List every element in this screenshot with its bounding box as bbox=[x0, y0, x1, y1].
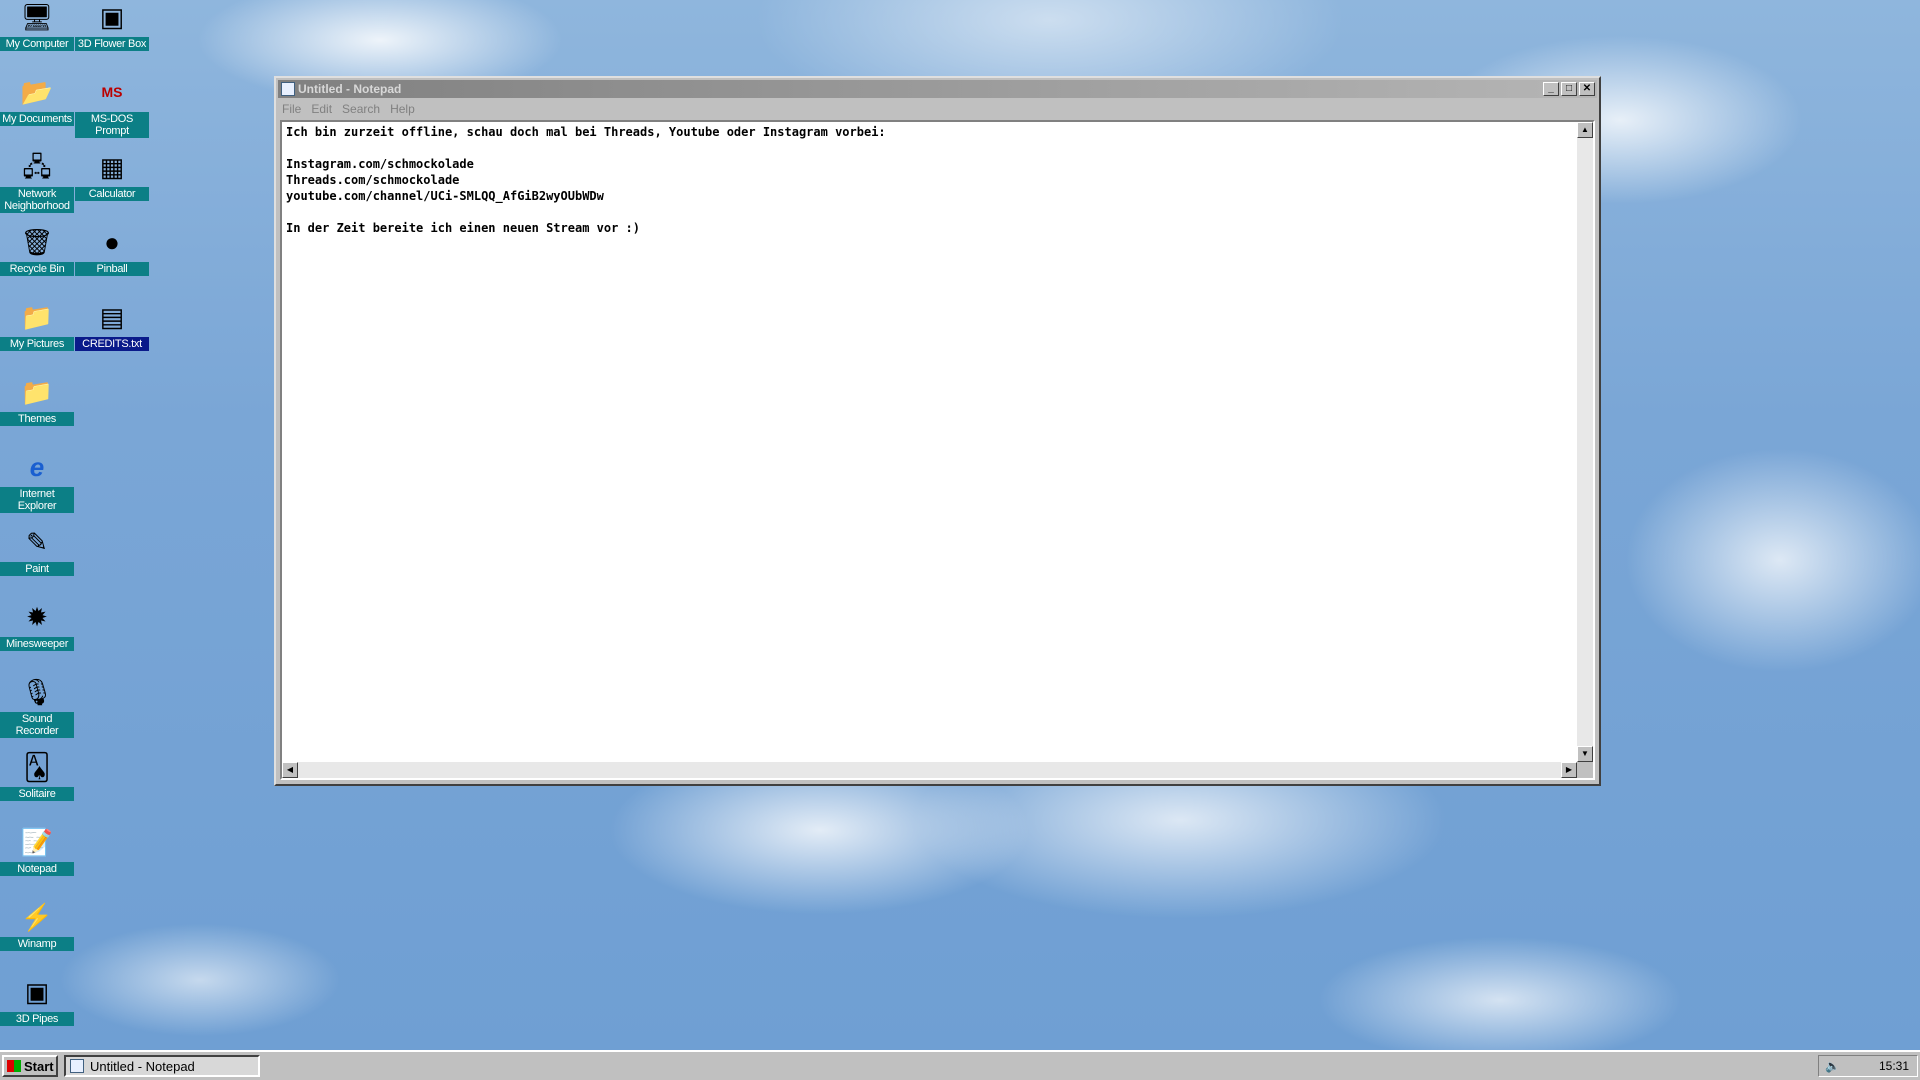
desktop-icon-my-pictures[interactable]: 📁 My Pictures bbox=[0, 300, 74, 351]
desktop-icon-recycle-bin[interactable]: 🗑 Recycle Bin bbox=[0, 225, 74, 276]
solitaire-icon: 🂡 bbox=[23, 752, 51, 782]
desktop-icon-my-documents[interactable]: 📂 My Documents bbox=[0, 75, 74, 126]
document-text[interactable]: Ich bin zurzeit offline, schau doch mal … bbox=[286, 124, 1573, 760]
desktop-icon-winamp[interactable]: ⚡ Winamp bbox=[0, 900, 74, 951]
desktop-icon-label: My Documents bbox=[0, 112, 74, 126]
menu-file[interactable]: File bbox=[282, 102, 301, 116]
taskbar-item-notepad[interactable]: Untitled - Notepad bbox=[64, 1055, 260, 1077]
menu-edit[interactable]: Edit bbox=[311, 102, 332, 116]
network-icon: 🖧 bbox=[22, 152, 52, 182]
desktop-icon-label: Notepad bbox=[0, 862, 74, 876]
scroll-left-icon[interactable]: ◀ bbox=[282, 762, 298, 778]
desktop-icon-label: Solitaire bbox=[0, 787, 74, 801]
folder-icon: 📁 bbox=[20, 302, 54, 332]
desktop: 🖥 My Computer ▣ 3D Flower Box 📂 My Docum… bbox=[0, 0, 1920, 1050]
system-tray: 🔈 15:31 bbox=[1818, 1055, 1918, 1077]
desktop-icon-label: Winamp bbox=[0, 937, 74, 951]
desktop-icon-label: Themes bbox=[0, 412, 74, 426]
windows-logo-icon bbox=[7, 1060, 21, 1072]
vertical-scrollbar[interactable]: ▲ ▼ bbox=[1577, 122, 1593, 762]
desktop-icon-pinball[interactable]: ● Pinball bbox=[75, 225, 149, 276]
microphone-icon: 🎙 bbox=[20, 677, 54, 707]
menu-search[interactable]: Search bbox=[342, 102, 380, 116]
horizontal-scrollbar[interactable]: ◀ ▶ bbox=[282, 762, 1577, 778]
desktop-icon-msdos-prompt[interactable]: MS MS-DOS Prompt bbox=[75, 75, 149, 138]
calculator-icon: ▦ bbox=[99, 152, 125, 182]
desktop-icon-label: MS-DOS Prompt bbox=[75, 112, 149, 138]
desktop-icon-label: My Pictures bbox=[0, 337, 74, 351]
desktop-icon-solitaire[interactable]: 🂡 Solitaire bbox=[0, 750, 74, 801]
scroll-down-icon[interactable]: ▼ bbox=[1577, 746, 1593, 762]
taskbar: Start Untitled - Notepad 🔈 15:31 bbox=[0, 1050, 1920, 1080]
computer-icon: 🖥 bbox=[20, 2, 54, 32]
screensaver-icon: ▣ bbox=[24, 977, 50, 1007]
desktop-icon-my-computer[interactable]: 🖥 My Computer bbox=[0, 0, 74, 51]
desktop-icon-label: Calculator bbox=[75, 187, 149, 201]
folder-icon: 📁 bbox=[20, 377, 54, 407]
desktop-icon-3d-pipes[interactable]: ▣ 3D Pipes bbox=[0, 975, 74, 1026]
scroll-up-icon[interactable]: ▲ bbox=[1577, 122, 1593, 138]
menu-bar: File Edit Search Help bbox=[276, 100, 1599, 118]
desktop-icon-label: Paint bbox=[0, 562, 74, 576]
minesweeper-icon: ✹ bbox=[26, 602, 48, 632]
taskbar-item-label: Untitled - Notepad bbox=[90, 1058, 195, 1074]
desktop-icon-label: Pinball bbox=[75, 262, 149, 276]
desktop-icon-minesweeper[interactable]: ✹ Minesweeper bbox=[0, 600, 74, 651]
size-grip[interactable] bbox=[1577, 762, 1593, 778]
maximize-button[interactable]: □ bbox=[1561, 82, 1577, 96]
desktop-icon-label: Internet Explorer bbox=[0, 487, 74, 513]
screensaver-icon: ▣ bbox=[99, 2, 125, 32]
folder-documents-icon: 📂 bbox=[20, 77, 54, 107]
desktop-icon-network-neighborhood[interactable]: 🖧 Network Neighborhood bbox=[0, 150, 74, 213]
notepad-window[interactable]: Untitled - Notepad _ □ ✕ File Edit Searc… bbox=[274, 76, 1601, 786]
desktop-icon-3d-flower-box[interactable]: ▣ 3D Flower Box bbox=[75, 0, 149, 51]
menu-help[interactable]: Help bbox=[390, 102, 415, 116]
desktop-icon-label: Sound Recorder bbox=[0, 712, 74, 738]
start-button[interactable]: Start bbox=[2, 1055, 58, 1077]
pinball-icon: ● bbox=[104, 227, 120, 257]
desktop-icon-internet-explorer[interactable]: e Internet Explorer bbox=[0, 450, 74, 513]
desktop-icon-credits-txt[interactable]: ▤ CREDITS.txt bbox=[75, 300, 149, 351]
notepad-icon bbox=[281, 82, 295, 96]
window-title: Untitled - Notepad bbox=[298, 82, 402, 96]
desktop-icon-paint[interactable]: ✎ Paint bbox=[0, 525, 74, 576]
volume-icon[interactable]: 🔈 bbox=[1825, 1059, 1840, 1073]
desktop-icon-label: Minesweeper bbox=[0, 637, 74, 651]
notepad-icon: 📝 bbox=[20, 827, 54, 857]
window-titlebar[interactable]: Untitled - Notepad _ □ ✕ bbox=[278, 80, 1597, 98]
desktop-icon-themes[interactable]: 📁 Themes bbox=[0, 375, 74, 426]
start-label: Start bbox=[24, 1058, 54, 1074]
paint-icon: ✎ bbox=[26, 527, 48, 557]
desktop-icon-label: CREDITS.txt bbox=[75, 337, 149, 351]
desktop-icon-calculator[interactable]: ▦ Calculator bbox=[75, 150, 149, 201]
desktop-icon-label: 3D Flower Box bbox=[75, 37, 149, 51]
desktop-icon-sound-recorder[interactable]: 🎙 Sound Recorder bbox=[0, 675, 74, 738]
desktop-icon-label: 3D Pipes bbox=[0, 1012, 74, 1026]
text-editor-area[interactable]: Ich bin zurzeit offline, schau doch mal … bbox=[280, 120, 1595, 780]
notepad-icon bbox=[70, 1059, 84, 1073]
desktop-icon-label: Network Neighborhood bbox=[0, 187, 74, 213]
msdos-icon: MS bbox=[101, 84, 123, 100]
clock[interactable]: 15:31 bbox=[1879, 1059, 1909, 1073]
text-file-icon: ▤ bbox=[99, 302, 125, 332]
internet-explorer-icon: e bbox=[29, 452, 45, 482]
minimize-button[interactable]: _ bbox=[1543, 82, 1559, 96]
desktop-icon-label: Recycle Bin bbox=[0, 262, 74, 276]
winamp-icon: ⚡ bbox=[20, 902, 54, 932]
desktop-icon-label: My Computer bbox=[0, 37, 74, 51]
desktop-icon-notepad[interactable]: 📝 Notepad bbox=[0, 825, 74, 876]
recycle-bin-icon: 🗑 bbox=[20, 227, 54, 257]
close-button[interactable]: ✕ bbox=[1579, 82, 1595, 96]
scroll-right-icon[interactable]: ▶ bbox=[1561, 762, 1577, 778]
